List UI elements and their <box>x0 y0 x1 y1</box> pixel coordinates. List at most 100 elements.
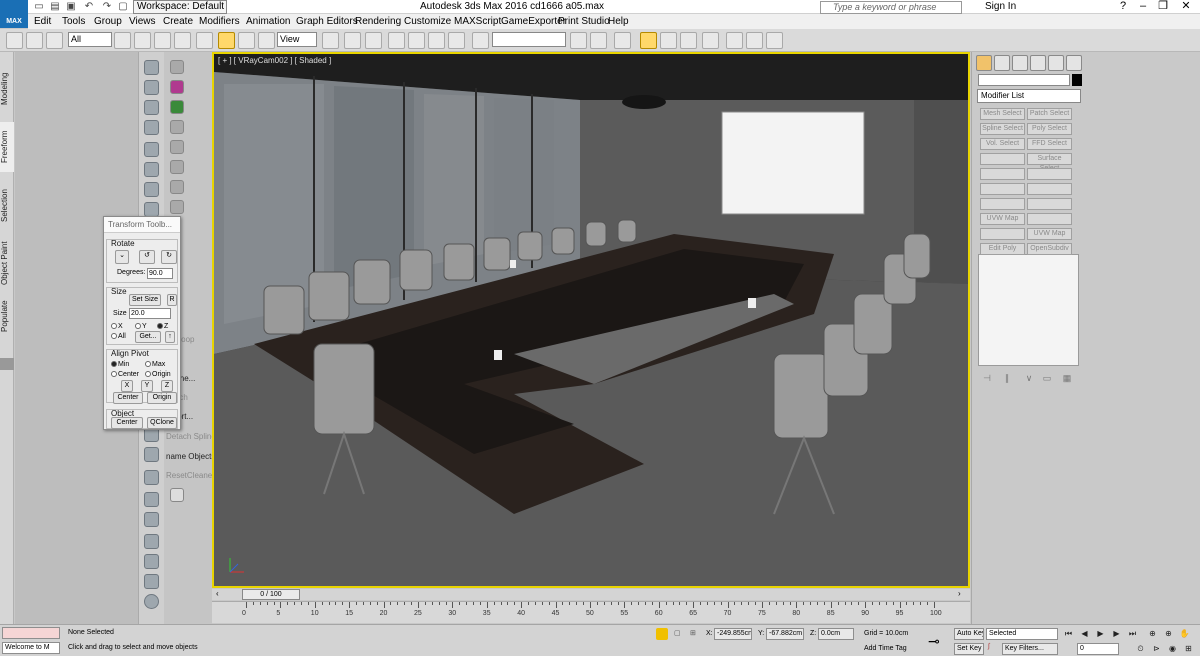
rotate-cw-icon[interactable]: ↻ <box>161 250 177 264</box>
modifier-button-5-0[interactable] <box>980 183 1025 195</box>
modifier-button-8-1[interactable]: UVW Map <box>1027 228 1072 240</box>
transform-mode-icon[interactable]: ⊞ <box>690 629 696 637</box>
align-icon[interactable] <box>590 32 607 49</box>
menu-animation[interactable]: Animation <box>246 16 290 27</box>
tab-freeform[interactable]: Freeform <box>0 122 14 172</box>
curve-editor-icon[interactable] <box>660 32 677 49</box>
next-key-icon[interactable]: ▶ <box>1110 628 1123 640</box>
sign-in-button[interactable]: Sign In <box>985 1 1016 13</box>
time-slider-thumb[interactable]: 0 / 100 <box>242 589 300 600</box>
project-folder-icon[interactable]: ▢ <box>116 1 130 13</box>
light-icon[interactable] <box>144 142 159 157</box>
utilities-tab-icon[interactable] <box>1066 55 1082 71</box>
selection-lock-icon[interactable] <box>656 628 668 640</box>
restore-icon[interactable]: ❐ <box>1152 0 1174 14</box>
help-search-input[interactable]: Type a keyword or phrase <box>820 1 962 14</box>
green-box-icon[interactable] <box>170 100 184 114</box>
play-icon[interactable]: ▶ <box>1094 628 1107 640</box>
modifier-button-3-0[interactable] <box>980 153 1025 165</box>
align-max[interactable]: Max <box>145 360 165 369</box>
open-file-icon[interactable]: ▤ <box>48 1 62 13</box>
workspace-dropdown[interactable]: Workspace: Default <box>133 0 227 14</box>
grid-icon[interactable] <box>144 120 159 135</box>
align-center-button[interactable]: Center <box>113 392 143 404</box>
align-y-button[interactable]: Y <box>141 380 153 392</box>
modifier-button-8-0[interactable] <box>980 228 1025 240</box>
help-circle-icon[interactable] <box>144 594 159 609</box>
menu-modifiers[interactable]: Modifiers <box>199 16 240 27</box>
rendered-frame-icon[interactable] <box>746 32 763 49</box>
zoom-all-icon[interactable]: ⊕ <box>1162 628 1175 640</box>
auto-key-button[interactable]: Auto Key <box>954 628 984 640</box>
object-name-input[interactable] <box>978 74 1070 86</box>
cleaner-label[interactable]: ResetCleaner <box>166 471 215 480</box>
script-icon[interactable] <box>170 80 184 94</box>
close-icon[interactable]: ✕ <box>1175 0 1197 14</box>
utility-icon[interactable] <box>144 574 159 589</box>
orbit-icon[interactable]: ◉ <box>1166 643 1179 655</box>
align-x-button[interactable]: X <box>121 380 133 392</box>
modifier-button-4-0[interactable] <box>980 168 1025 180</box>
modify-tab-icon[interactable] <box>994 55 1010 71</box>
current-frame-input[interactable]: 0 <box>1077 643 1119 655</box>
degrees-input[interactable]: 90.0 <box>147 268 173 279</box>
time-slider[interactable]: 0 / 100 ‹ › <box>212 589 970 600</box>
tab-modeling[interactable]: Modeling <box>0 64 14 114</box>
create-tab-icon[interactable] <box>976 55 992 71</box>
zoom-icon[interactable]: ⊕ <box>1146 628 1159 640</box>
maxscript-output[interactable]: Welcome to M <box>2 642 60 654</box>
modifier-button-2-1[interactable]: FFD Select <box>1027 138 1072 150</box>
undo-icon[interactable]: ↶ <box>82 1 96 13</box>
help-icon[interactable]: ? <box>1112 0 1134 14</box>
helper-icon[interactable] <box>144 162 159 177</box>
unlink-icon[interactable] <box>26 32 43 49</box>
modifier-button-0-1[interactable]: Patch Select <box>1027 108 1072 120</box>
hierarchy-tab-icon[interactable] <box>1012 55 1028 71</box>
lock-icon[interactable] <box>170 488 184 502</box>
align-z-button[interactable]: Z <box>161 380 173 392</box>
go-to-end-icon[interactable]: ⏭ <box>1126 628 1139 640</box>
prev-frame-icon[interactable]: ‹ <box>216 589 219 598</box>
pan-icon[interactable]: ✋ <box>1178 628 1191 640</box>
size-axis-z[interactable]: Z <box>157 322 168 331</box>
angle-snap-icon[interactable] <box>408 32 425 49</box>
window-crossing-icon[interactable] <box>174 32 191 49</box>
rename-objects-label[interactable]: name Objects <box>166 452 215 461</box>
menu-create[interactable]: Create <box>163 16 193 27</box>
menu-help[interactable]: Help <box>608 16 629 27</box>
cleaner-icon[interactable] <box>144 470 159 485</box>
next-frame-icon[interactable]: › <box>958 589 961 598</box>
menu-tools[interactable]: Tools <box>62 16 85 27</box>
teapot-icon[interactable] <box>170 60 184 74</box>
modify-icon[interactable] <box>144 100 159 115</box>
select-object-icon[interactable] <box>114 32 131 49</box>
select-by-name-icon[interactable] <box>134 32 151 49</box>
set-key-mode-icon[interactable]: ⊸ <box>928 633 940 650</box>
menu-gameexporter[interactable]: GameExporter <box>501 16 566 27</box>
menu-customize[interactable]: Customize <box>404 16 451 27</box>
modifier-stack[interactable] <box>978 254 1079 366</box>
layer-explorer-icon[interactable] <box>614 32 631 49</box>
spinner-snap-icon[interactable] <box>448 32 465 49</box>
keyboard-shortcut-icon[interactable] <box>365 32 382 49</box>
menu-maxscript[interactable]: MAXScript <box>454 16 501 27</box>
reference-coord-dropdown[interactable]: View <box>277 32 317 47</box>
modifier-button-1-1[interactable]: Poly Select <box>1027 123 1072 135</box>
track-bar[interactable]: 0 5 10 15 20 25 30 35 40 45 50 55 60 65 70 75 80 85 90 95 10… <box>212 601 970 623</box>
pick-size-icon[interactable]: ↑ <box>165 331 175 343</box>
modifier-button-0-0[interactable]: Mesh Select <box>980 108 1025 120</box>
render-icon[interactable] <box>766 32 783 49</box>
menu-graph-editors[interactable]: Graph Editors <box>296 16 358 27</box>
selection-filter-dropdown[interactable]: All <box>68 32 112 47</box>
rotate-ccw-icon[interactable]: ↺ <box>139 250 155 264</box>
time-config-icon[interactable]: ⏲ <box>1134 643 1147 655</box>
align-origin-button[interactable]: Origin <box>147 392 177 404</box>
ribbon-collapse-icon[interactable] <box>0 358 14 370</box>
remove-modifier-icon[interactable]: ▭ <box>1040 372 1054 384</box>
menu-print-studio[interactable]: Print Studio <box>558 16 610 27</box>
z-coord-input[interactable]: 0.0cm <box>818 628 854 640</box>
align-center[interactable]: Center <box>111 370 139 379</box>
select-rotate-icon[interactable] <box>218 32 235 49</box>
prev-key-icon[interactable]: ◀ <box>1078 628 1091 640</box>
camera-icon[interactable] <box>144 182 159 197</box>
